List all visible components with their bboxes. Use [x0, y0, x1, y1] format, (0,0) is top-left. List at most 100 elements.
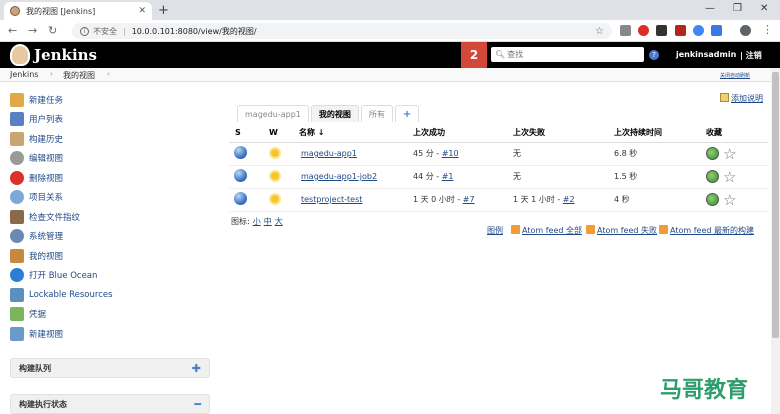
sidebar-item-credentials[interactable]: 凭据: [10, 305, 210, 325]
add-view-tab[interactable]: +: [394, 105, 420, 122]
build-queue-title[interactable]: 构建队列: [19, 363, 192, 374]
jenkins-title[interactable]: Jenkins: [34, 46, 97, 64]
sidebar-item-blue-ocean[interactable]: 打开 Blue Ocean: [10, 266, 210, 286]
reload-icon[interactable]: ↻: [48, 24, 57, 37]
sidebar-item-manage[interactable]: 系统管理: [10, 227, 210, 247]
sidebar-item-fingerprint[interactable]: 检查文件指纹: [10, 207, 210, 227]
sidebar-item-edit-view[interactable]: 编辑视图: [10, 149, 210, 169]
favorite-star-icon[interactable]: ☆: [723, 145, 736, 163]
build-link[interactable]: #10: [442, 149, 459, 158]
sidebar-item-users[interactable]: 用户列表: [10, 110, 210, 130]
weather-sunny-icon[interactable]: [268, 146, 282, 160]
sidebar-item-lockable-resources[interactable]: Lockable Resources: [10, 285, 210, 305]
tab-magedu-app1[interactable]: magedu-app1: [237, 105, 309, 122]
extension-icon[interactable]: [693, 25, 704, 36]
job-link[interactable]: testproject-test: [301, 195, 362, 204]
window-close-icon[interactable]: ✕: [760, 3, 768, 14]
status-blue-ball-icon[interactable]: [234, 192, 247, 205]
feed-failed-link[interactable]: Atom feed 失败: [586, 225, 657, 236]
browser-menu-icon[interactable]: ⋮: [762, 23, 773, 36]
column-name[interactable]: 名称 ↓: [295, 124, 413, 143]
breadcrumb-item[interactable]: 我的视图: [63, 70, 95, 81]
icon-size-large[interactable]: 大: [275, 217, 283, 226]
close-tab-icon[interactable]: ✕: [138, 6, 146, 16]
new-tab-icon[interactable]: +: [158, 3, 169, 18]
icon-size-medium[interactable]: 中: [264, 217, 272, 226]
browser-tab-title: 我的视图 [Jenkins]: [26, 6, 96, 16]
schedule-build-icon[interactable]: [706, 170, 719, 183]
sidebar-item-delete-view[interactable]: 删除视图: [10, 168, 210, 188]
sidebar-item-label: 检查文件指纹: [29, 212, 81, 223]
profile-avatar-icon[interactable]: [740, 25, 751, 36]
job-link[interactable]: magedu-app1: [301, 149, 357, 158]
favorite-star-icon[interactable]: ☆: [723, 191, 736, 209]
help-icon[interactable]: ?: [649, 50, 659, 60]
feed-all-link[interactable]: Atom feed 全部: [511, 225, 582, 236]
breadcrumb-item[interactable]: Jenkins: [10, 70, 38, 79]
status-blue-ball-icon[interactable]: [234, 169, 247, 182]
column-last-failure[interactable]: 上次失败: [513, 124, 614, 143]
auto-refresh-link[interactable]: 关闭自动刷新: [720, 72, 750, 79]
extension-icon[interactable]: [620, 25, 631, 36]
search-input[interactable]: [507, 50, 638, 59]
sidebar-item-my-views[interactable]: 我的视图: [10, 246, 210, 266]
pdf-extension-icon[interactable]: [675, 25, 686, 36]
build-link[interactable]: #1: [442, 172, 454, 181]
column-weather[interactable]: W: [263, 124, 295, 143]
job-link[interactable]: magedu-app1-job2: [301, 172, 377, 181]
feed-latest-link[interactable]: Atom feed 最新的构建: [659, 225, 754, 236]
status-blue-ball-icon[interactable]: [234, 146, 247, 159]
search-box[interactable]: 🔍︎: [491, 47, 644, 62]
favorite-star-icon[interactable]: ☆: [723, 168, 736, 186]
manage-icon: [10, 229, 24, 244]
address-bar[interactable]: i 不安全 | 10.0.0.101:8080/view/我的视图/ ☆: [72, 23, 612, 39]
bookmark-star-icon[interactable]: ☆: [595, 26, 604, 37]
weather-sunny-icon[interactable]: [268, 169, 282, 183]
icon-size-small[interactable]: 小: [253, 217, 261, 226]
sidebar-item-project-relationship[interactable]: 项目关系: [10, 188, 210, 208]
rss-icon: [659, 225, 668, 234]
add-description-link[interactable]: 添加说明: [720, 93, 763, 104]
expand-icon[interactable]: ✚: [192, 362, 201, 375]
schedule-build-icon[interactable]: [706, 147, 719, 160]
browser-tab[interactable]: 我的视图 [Jenkins] ✕: [4, 2, 152, 20]
column-last-duration[interactable]: 上次持续时间: [614, 124, 706, 143]
column-last-success[interactable]: 上次成功: [413, 124, 513, 143]
breadcrumb-chevron-icon[interactable]: ›: [107, 70, 110, 78]
collapse-icon[interactable]: ━: [194, 398, 201, 411]
scrollbar-thumb[interactable]: [772, 72, 779, 338]
translate-extension-icon[interactable]: [711, 25, 722, 36]
maximize-icon[interactable]: ❐: [733, 3, 742, 14]
logout-link[interactable]: | 注销: [740, 50, 762, 61]
breadcrumb-chevron-icon[interactable]: ›: [50, 70, 53, 78]
column-favorite[interactable]: 收藏: [706, 124, 768, 143]
forward-icon[interactable]: →: [28, 24, 37, 37]
notification-badge[interactable]: 2: [461, 42, 487, 68]
jenkins-logo-icon[interactable]: [10, 44, 30, 66]
build-link[interactable]: #2: [563, 195, 575, 204]
sidebar-item-label: 删除视图: [29, 173, 64, 184]
tab-all[interactable]: 所有: [360, 105, 393, 122]
sidebar-item-new-job[interactable]: 新建任务: [10, 90, 210, 110]
url-text[interactable]: 10.0.0.101:8080/view/我的视图/: [132, 26, 595, 37]
executor-status-title[interactable]: 构建执行状态: [19, 399, 194, 410]
minimize-icon[interactable]: —: [705, 3, 715, 14]
username-link[interactable]: jenkinsadmin: [676, 50, 736, 59]
column-status[interactable]: S: [229, 124, 263, 143]
info-icon[interactable]: i: [80, 26, 89, 36]
sidebar-item-new-view[interactable]: 新建视图: [10, 324, 210, 344]
schedule-build-icon[interactable]: [706, 193, 719, 206]
feed-latest-label: Atom feed 最新的构建: [670, 226, 754, 235]
extension-icon[interactable]: [638, 25, 649, 36]
sidebar-item-label: 构建历史: [29, 134, 64, 145]
browser-tab-strip: 我的视图 [Jenkins] ✕ + — ❐ ✕: [0, 0, 780, 20]
extension-icon[interactable]: [656, 25, 667, 36]
tab-my-views[interactable]: 我的视图: [310, 105, 359, 122]
jenkins-favicon-icon: [10, 6, 20, 16]
back-icon[interactable]: ←: [8, 24, 17, 37]
build-link[interactable]: #7: [463, 195, 475, 204]
legend-link[interactable]: 图例: [487, 225, 503, 236]
sidebar-item-build-history[interactable]: 构建历史: [10, 129, 210, 149]
weather-sunny-icon[interactable]: [268, 192, 282, 206]
last-duration: 1.5 秒: [614, 172, 638, 181]
